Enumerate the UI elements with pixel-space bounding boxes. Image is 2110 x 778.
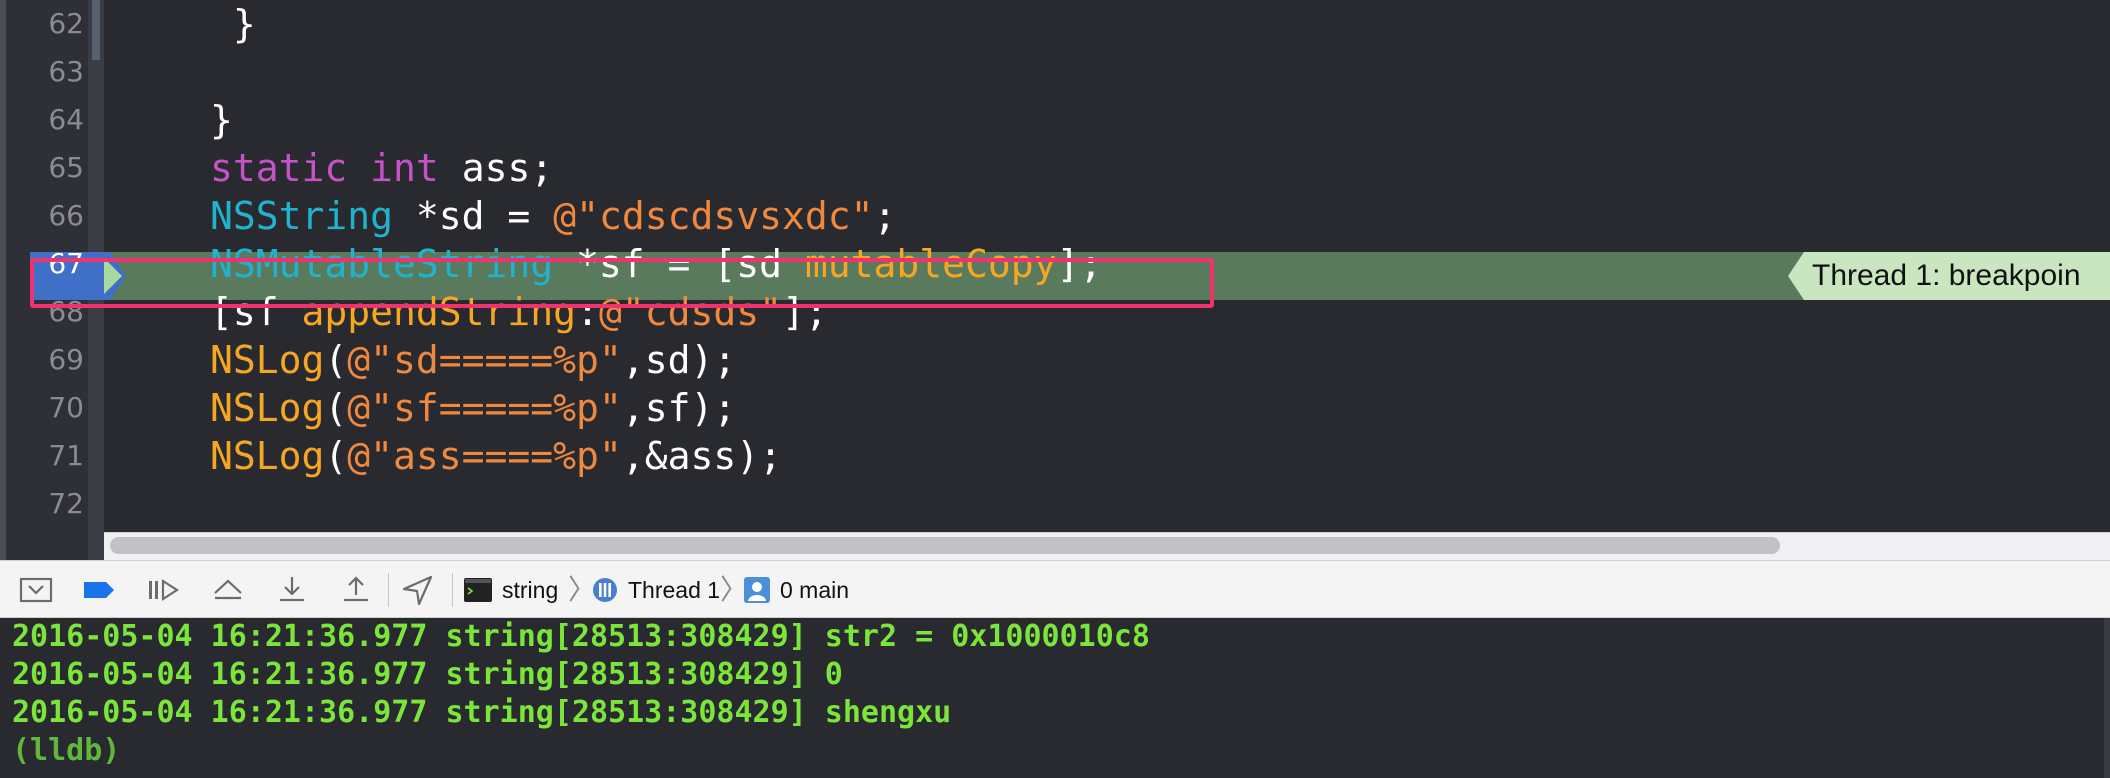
code-text: NSString *sd = @"cdscdsvsxdc"; xyxy=(210,192,896,240)
breadcrumb-process[interactable]: string xyxy=(502,561,558,619)
toolbar-separator xyxy=(452,573,453,607)
code-token: NSString xyxy=(210,194,394,238)
code-line[interactable]: 71 NSLog(@"ass====%p",&ass); xyxy=(0,432,2110,480)
breakpoints-toggle-button[interactable] xyxy=(82,573,118,607)
continue-icon xyxy=(149,578,180,602)
code-line[interactable]: 70 NSLog(@"sf=====%p",sf); xyxy=(0,384,2110,432)
step-into-button[interactable] xyxy=(274,573,310,607)
line-number: 64 xyxy=(48,103,84,136)
code-token: *sd = xyxy=(393,194,554,238)
debug-toolbar: string 〉 Thread 1 〉 0 main xyxy=(0,560,2110,618)
code-token: NSLog xyxy=(210,386,325,430)
code-token: ( xyxy=(324,338,348,382)
code-line[interactable]: 72 xyxy=(0,480,2110,528)
code-token: ,sf); xyxy=(621,386,737,430)
console-output-line: 2016-05-04 16:21:36.977 string[28513:308… xyxy=(12,619,1150,654)
line-number: 65 xyxy=(48,151,84,184)
step-into-icon xyxy=(280,577,304,602)
code-token: @"sd=====%p" xyxy=(347,338,622,382)
code-token: static xyxy=(210,146,348,190)
line-number: 71 xyxy=(48,439,84,472)
simulate-location-button[interactable] xyxy=(400,573,436,607)
step-over-button[interactable] xyxy=(210,573,246,607)
continue-button[interactable] xyxy=(146,573,182,607)
code-line[interactable]: 62 } xyxy=(0,0,2110,48)
line-number: 70 xyxy=(48,391,84,424)
code-line[interactable]: 66 NSString *sd = @"cdscdsvsxdc"; xyxy=(0,192,2110,240)
code-token: ,sd); xyxy=(621,338,737,382)
toolbar-separator xyxy=(388,573,389,607)
line-number: 66 xyxy=(48,199,84,232)
code-line[interactable]: 65 static int ass; xyxy=(0,144,2110,192)
code-token: NSLog xyxy=(210,434,325,478)
code-token: int xyxy=(370,146,439,190)
source-editor[interactable]: 62 } 63 64} 65 static int ass; 66 NSString *sd… xyxy=(0,0,2110,560)
code-token: @"sf=====%p" xyxy=(347,386,622,430)
code-text: NSLog(@"sf=====%p",sf); xyxy=(210,384,736,432)
code-text: NSLog(@"sd=====%p",sd); xyxy=(210,336,736,384)
code-token: } xyxy=(210,98,233,142)
code-line[interactable]: 69 NSLog(@"sd=====%p",sd); xyxy=(0,336,2110,384)
code-token: @"ass====%p" xyxy=(347,434,622,478)
hide-debug-area-button[interactable] xyxy=(18,573,54,607)
panel-toggle-icon xyxy=(19,577,53,603)
code-token: ,&ass); xyxy=(621,434,782,478)
breadcrumb-frame[interactable]: 0 main xyxy=(780,561,849,619)
line-number: 62 xyxy=(48,7,84,40)
console-output-line: 2016-05-04 16:21:36.977 string[28513:308… xyxy=(12,695,952,730)
line-number: 69 xyxy=(48,343,84,376)
code-text: } xyxy=(210,96,233,144)
debug-console[interactable]: 2016-05-04 16:21:36.977 string[28513:308… xyxy=(0,618,2110,778)
code-token: ass; xyxy=(438,146,554,190)
location-arrow-icon xyxy=(402,575,433,606)
lldb-prompt[interactable]: (lldb) xyxy=(12,732,120,770)
thread-breakpoint-badge: Thread 1: breakpoin xyxy=(1788,252,2110,300)
breakpoint-icon xyxy=(84,582,114,598)
code-line[interactable]: 64} xyxy=(0,96,2110,144)
step-out-icon xyxy=(344,576,368,602)
code-text: } xyxy=(210,0,256,48)
console-right-edge xyxy=(2104,618,2110,778)
breadcrumb-thread[interactable]: Thread 1 xyxy=(628,561,720,619)
code-token: ( xyxy=(324,434,348,478)
code-line[interactable]: 63 xyxy=(0,48,2110,96)
thread-icon xyxy=(593,578,617,602)
code-token: } xyxy=(210,2,256,46)
line-number: 63 xyxy=(48,55,84,88)
console-output-line: 2016-05-04 16:21:36.977 string[28513:308… xyxy=(12,657,843,692)
code-token: ( xyxy=(324,386,348,430)
code-text: static int ass; xyxy=(210,144,553,192)
step-over-icon xyxy=(214,579,242,600)
annotation-highlight-box xyxy=(30,258,1214,308)
code-token: ; xyxy=(873,194,897,238)
terminal-app-icon xyxy=(464,578,492,602)
horizontal-scrollbar-thumb[interactable] xyxy=(110,537,1780,554)
line-number: 72 xyxy=(48,487,84,520)
code-token: @"cdscdsvsxdc" xyxy=(553,194,874,238)
stack-frame-user-icon xyxy=(744,577,770,603)
code-text: NSLog(@"ass====%p",&ass); xyxy=(210,432,782,480)
code-token: NSLog xyxy=(210,338,325,382)
step-out-button[interactable] xyxy=(338,573,374,607)
